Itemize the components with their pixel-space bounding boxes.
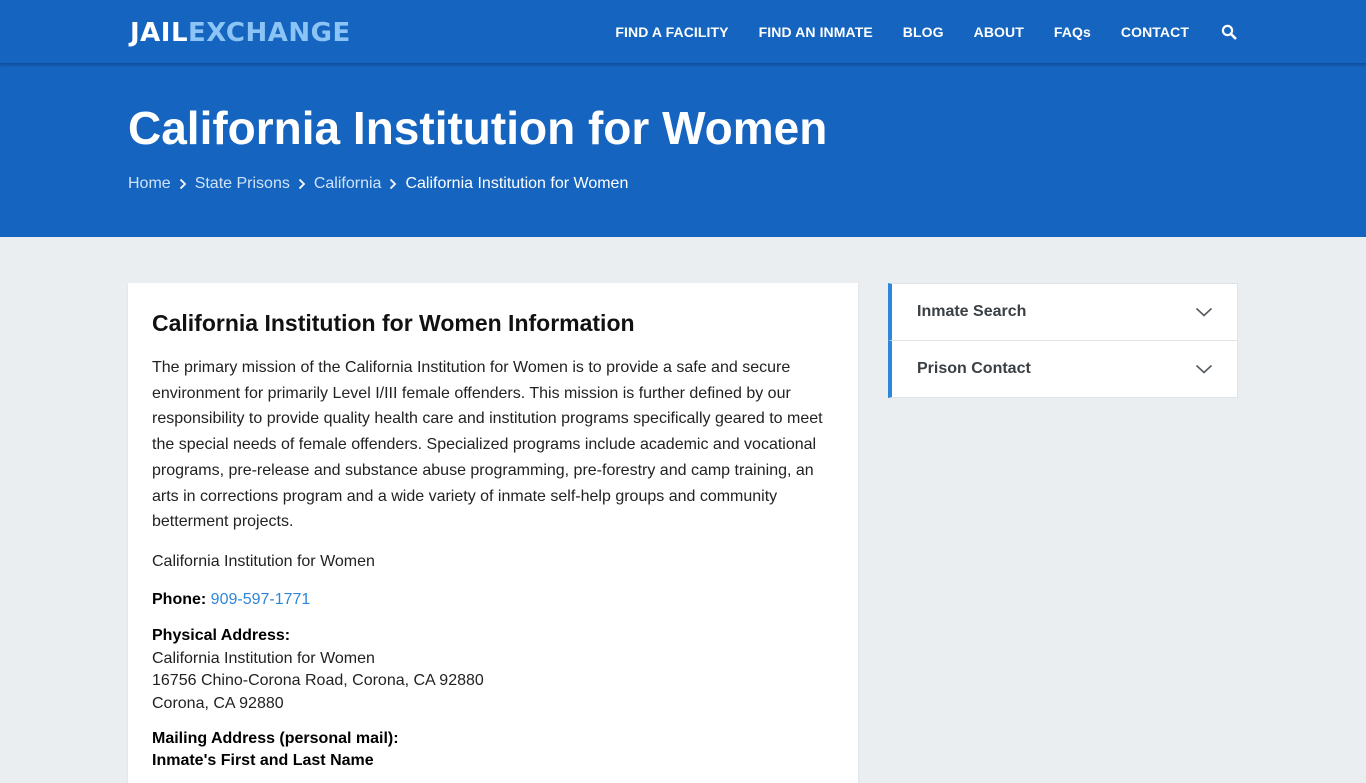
- main-nav: FIND A FACILITY FIND AN INMATE BLOG ABOU…: [615, 0, 1237, 64]
- facility-description: The primary mission of the California In…: [152, 359, 823, 531]
- breadcrumb: Home State Prisons California California…: [128, 174, 628, 194]
- address-line: 16756 Chino-Corona Road, Corona, CA 9288…: [152, 672, 484, 690]
- logo-text-jail: JAIL: [130, 18, 189, 48]
- facility-name: California Institution for Women: [152, 552, 375, 570]
- facility-info-card: California Institution for Women Informa…: [128, 283, 858, 783]
- breadcrumb-current: California Institution for Women: [405, 175, 629, 192]
- mailing-address-label: Mailing Address (personal mail):: [152, 729, 399, 747]
- nav-find-a-facility[interactable]: FIND A FACILITY: [615, 24, 728, 40]
- physical-address-label: Physical Address:: [152, 626, 291, 644]
- nav-contact[interactable]: CONTACT: [1121, 24, 1189, 40]
- breadcrumb-california[interactable]: California: [314, 174, 382, 194]
- chevron-down-icon: [1195, 362, 1213, 376]
- accordion-label: Inmate Search: [917, 303, 1027, 320]
- nav-blog[interactable]: BLOG: [903, 24, 944, 40]
- mailing-line: Inmate's First and Last Name: [152, 752, 374, 770]
- breadcrumb-home[interactable]: Home: [128, 174, 171, 194]
- accordion-label: Prison Contact: [917, 360, 1031, 377]
- info-heading: California Institution for Women Informa…: [152, 310, 635, 336]
- site-header: JAILEXCHANGE FIND A FACILITY FIND AN INM…: [0, 0, 1366, 64]
- nav-find-an-inmate[interactable]: FIND AN INMATE: [759, 24, 873, 40]
- nav-about[interactable]: ABOUT: [974, 24, 1024, 40]
- chevron-right-icon: [290, 174, 314, 194]
- physical-address: Physical Address: California Institution…: [152, 625, 834, 716]
- address-line: Corona, CA 92880: [152, 695, 284, 713]
- chevron-down-icon: [1195, 305, 1213, 319]
- chevron-right-icon: [381, 174, 405, 194]
- phone-link[interactable]: 909-597-1771: [211, 591, 311, 608]
- address-line: California Institution for Women: [152, 649, 375, 667]
- search-icon[interactable]: [1221, 24, 1237, 40]
- logo-text-exchange: EXCHANGE: [188, 18, 351, 48]
- mailing-address: Mailing Address (personal mail): Inmate'…: [152, 728, 834, 773]
- page-title: California Institution for Women: [128, 102, 828, 154]
- nav-faqs[interactable]: FAQs: [1054, 24, 1091, 40]
- breadcrumb-state-prisons[interactable]: State Prisons: [195, 174, 290, 194]
- phone-line: Phone: 909-597-1771: [152, 587, 834, 613]
- accordion-inmate-search[interactable]: Inmate Search: [888, 283, 1238, 341]
- phone-label: Phone:: [152, 590, 207, 608]
- chevron-right-icon: [171, 174, 195, 194]
- page-hero: California Institution for Women Home St…: [0, 64, 1366, 237]
- accordion-prison-contact[interactable]: Prison Contact: [888, 340, 1238, 398]
- site-logo[interactable]: JAILEXCHANGE: [130, 17, 351, 49]
- sidebar: Inmate Search Prison Contact: [888, 283, 1238, 398]
